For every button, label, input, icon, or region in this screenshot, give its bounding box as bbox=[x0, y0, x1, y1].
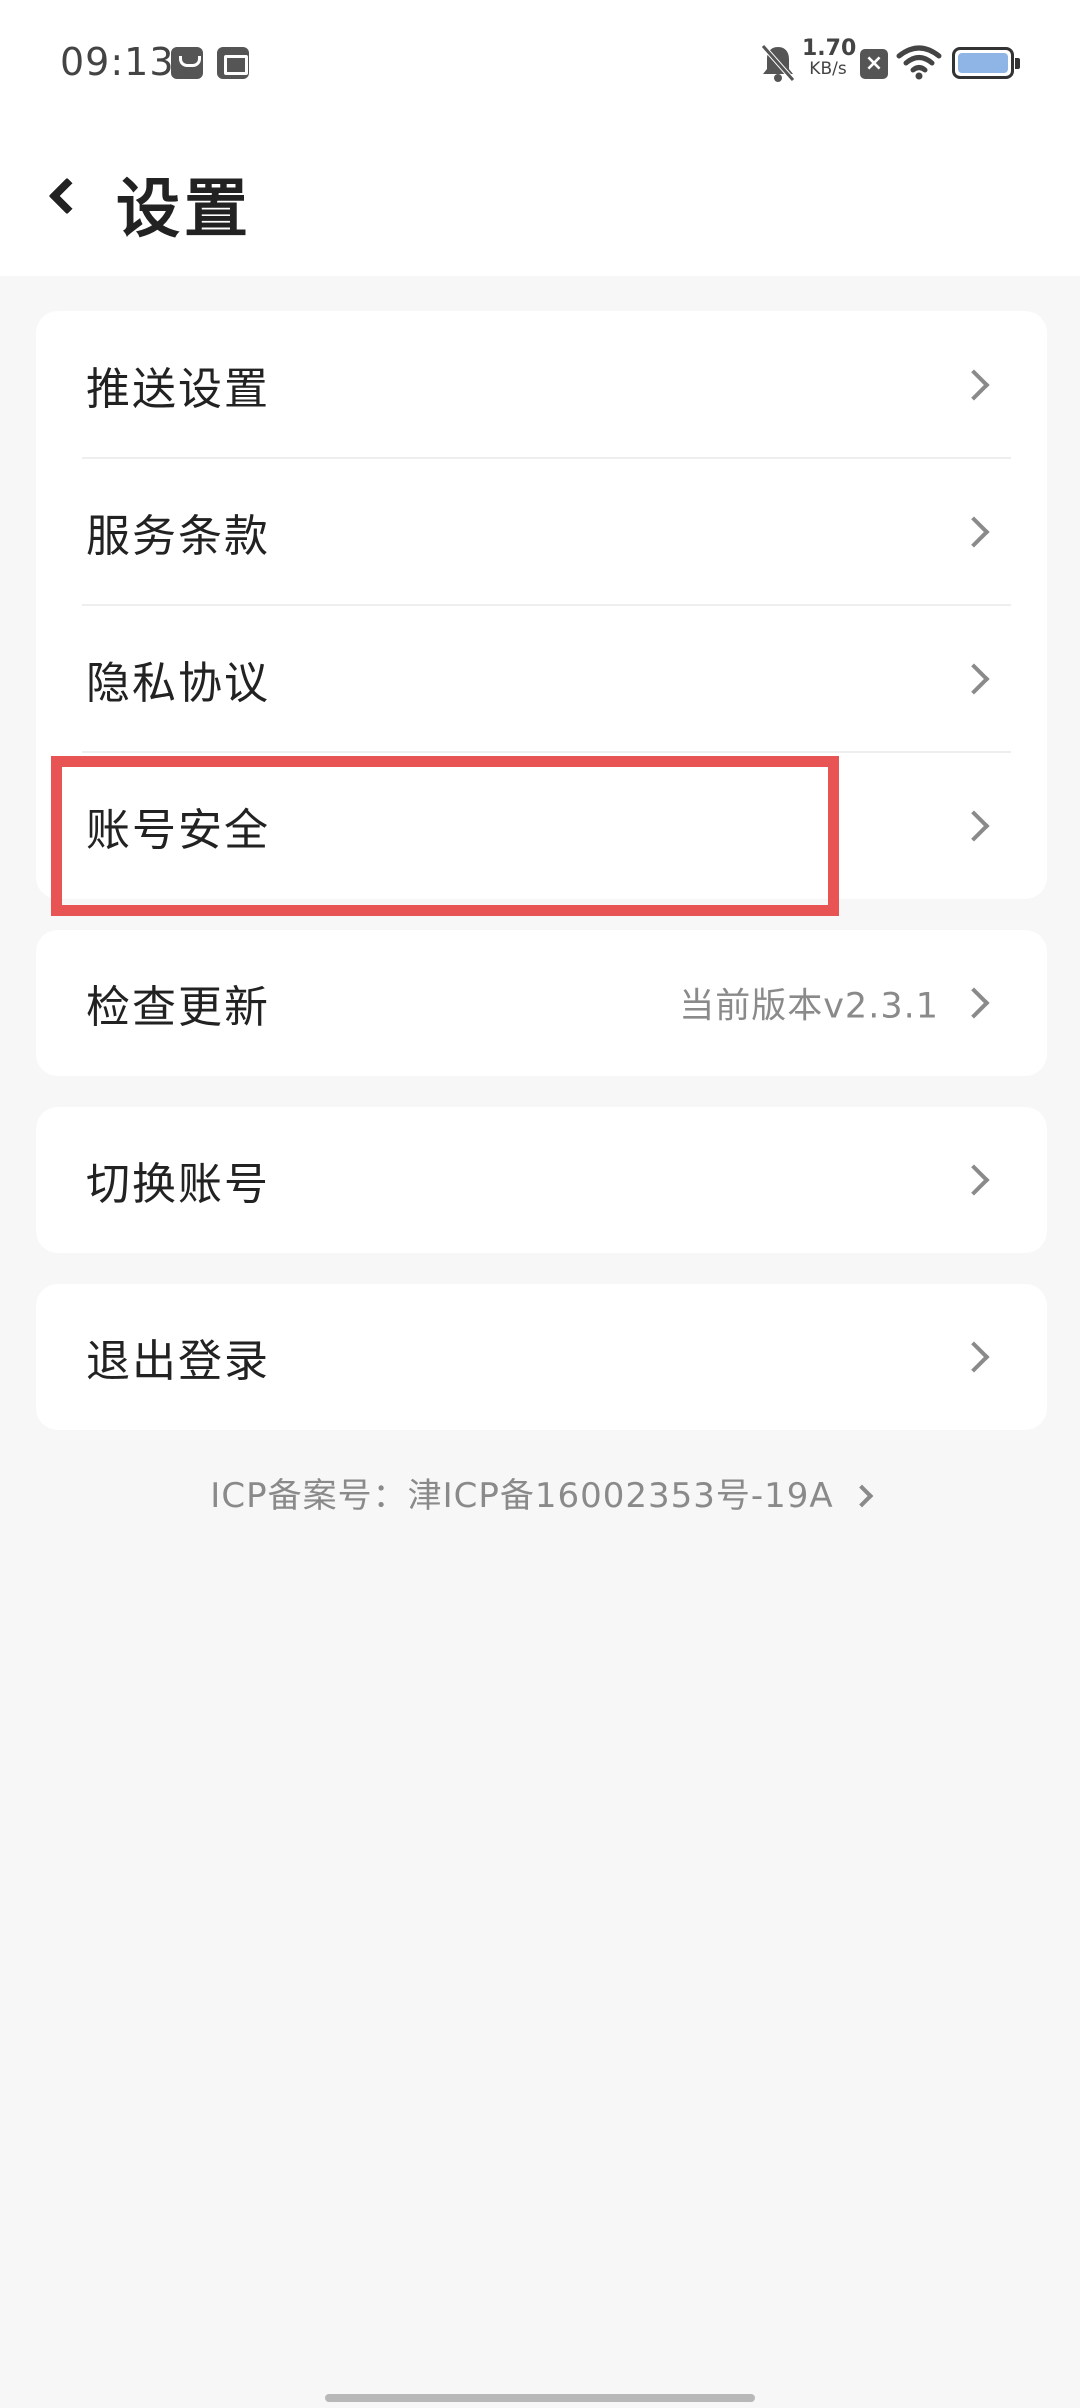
home-indicator[interactable] bbox=[325, 2394, 755, 2402]
back-button[interactable] bbox=[30, 155, 100, 235]
status-time: 09:13 bbox=[60, 40, 175, 84]
chevron-right-icon bbox=[958, 515, 990, 548]
battery-fill bbox=[958, 53, 1008, 73]
logout-card: 退出登录 bbox=[36, 1284, 1047, 1430]
settings-item-privacy[interactable]: 隐私协议 bbox=[36, 605, 1047, 752]
notification-icon bbox=[171, 47, 203, 79]
network-speed-unit: KB/s bbox=[809, 59, 847, 79]
settings-item-label: 服务条款 bbox=[86, 510, 270, 562]
network-speed-value: 1.70 bbox=[802, 36, 857, 61]
settings-item-label: 切换账号 bbox=[86, 1159, 270, 1210]
settings-item-switch-account[interactable]: 切换账号 bbox=[36, 1107, 1047, 1253]
settings-item-label: 隐私协议 bbox=[86, 657, 270, 709]
notification-icon bbox=[217, 47, 249, 79]
settings-item-check-update[interactable]: 检查更新 当前版本v2.3.1 bbox=[36, 930, 1047, 1076]
battery-icon bbox=[952, 47, 1020, 79]
settings-item-label: 检查更新 bbox=[86, 982, 270, 1033]
chevron-right-icon bbox=[958, 662, 990, 695]
settings-item-label: 退出登录 bbox=[86, 1336, 270, 1387]
chevron-right-icon bbox=[958, 987, 990, 1019]
page-header: 设置 bbox=[0, 130, 1080, 276]
settings-item-push[interactable]: 推送设置 bbox=[36, 311, 1047, 458]
bell-muted-icon bbox=[761, 44, 795, 82]
icp-text: ICP备案号：津ICP备16002353号-19A bbox=[210, 1476, 834, 1516]
network-speed: 1.70 KB/s bbox=[802, 36, 857, 79]
switch-account-card: 切换账号 bbox=[36, 1107, 1047, 1253]
chevron-left-icon bbox=[48, 177, 86, 215]
highlight-box bbox=[51, 756, 839, 916]
sim-off-icon: × bbox=[860, 49, 888, 79]
check-update-card: 检查更新 当前版本v2.3.1 bbox=[36, 930, 1047, 1076]
status-bar: 09:13 1.70 KB/s × bbox=[0, 0, 1080, 130]
chevron-right-icon bbox=[958, 1164, 990, 1196]
current-version: 当前版本v2.3.1 bbox=[679, 986, 939, 1027]
chevron-right-icon bbox=[958, 1341, 990, 1373]
settings-item-terms[interactable]: 服务条款 bbox=[36, 458, 1047, 605]
page-title: 设置 bbox=[116, 173, 252, 247]
wifi-icon bbox=[896, 45, 942, 80]
chevron-right-icon bbox=[958, 368, 990, 401]
chevron-right-icon bbox=[850, 1484, 874, 1507]
chevron-right-icon bbox=[958, 809, 990, 842]
settings-item-logout[interactable]: 退出登录 bbox=[36, 1284, 1047, 1430]
battery-tip bbox=[1015, 58, 1020, 69]
settings-item-label: 推送设置 bbox=[86, 363, 270, 415]
icp-link[interactable]: ICP备案号：津ICP备16002353号-19A bbox=[0, 1468, 1080, 1517]
